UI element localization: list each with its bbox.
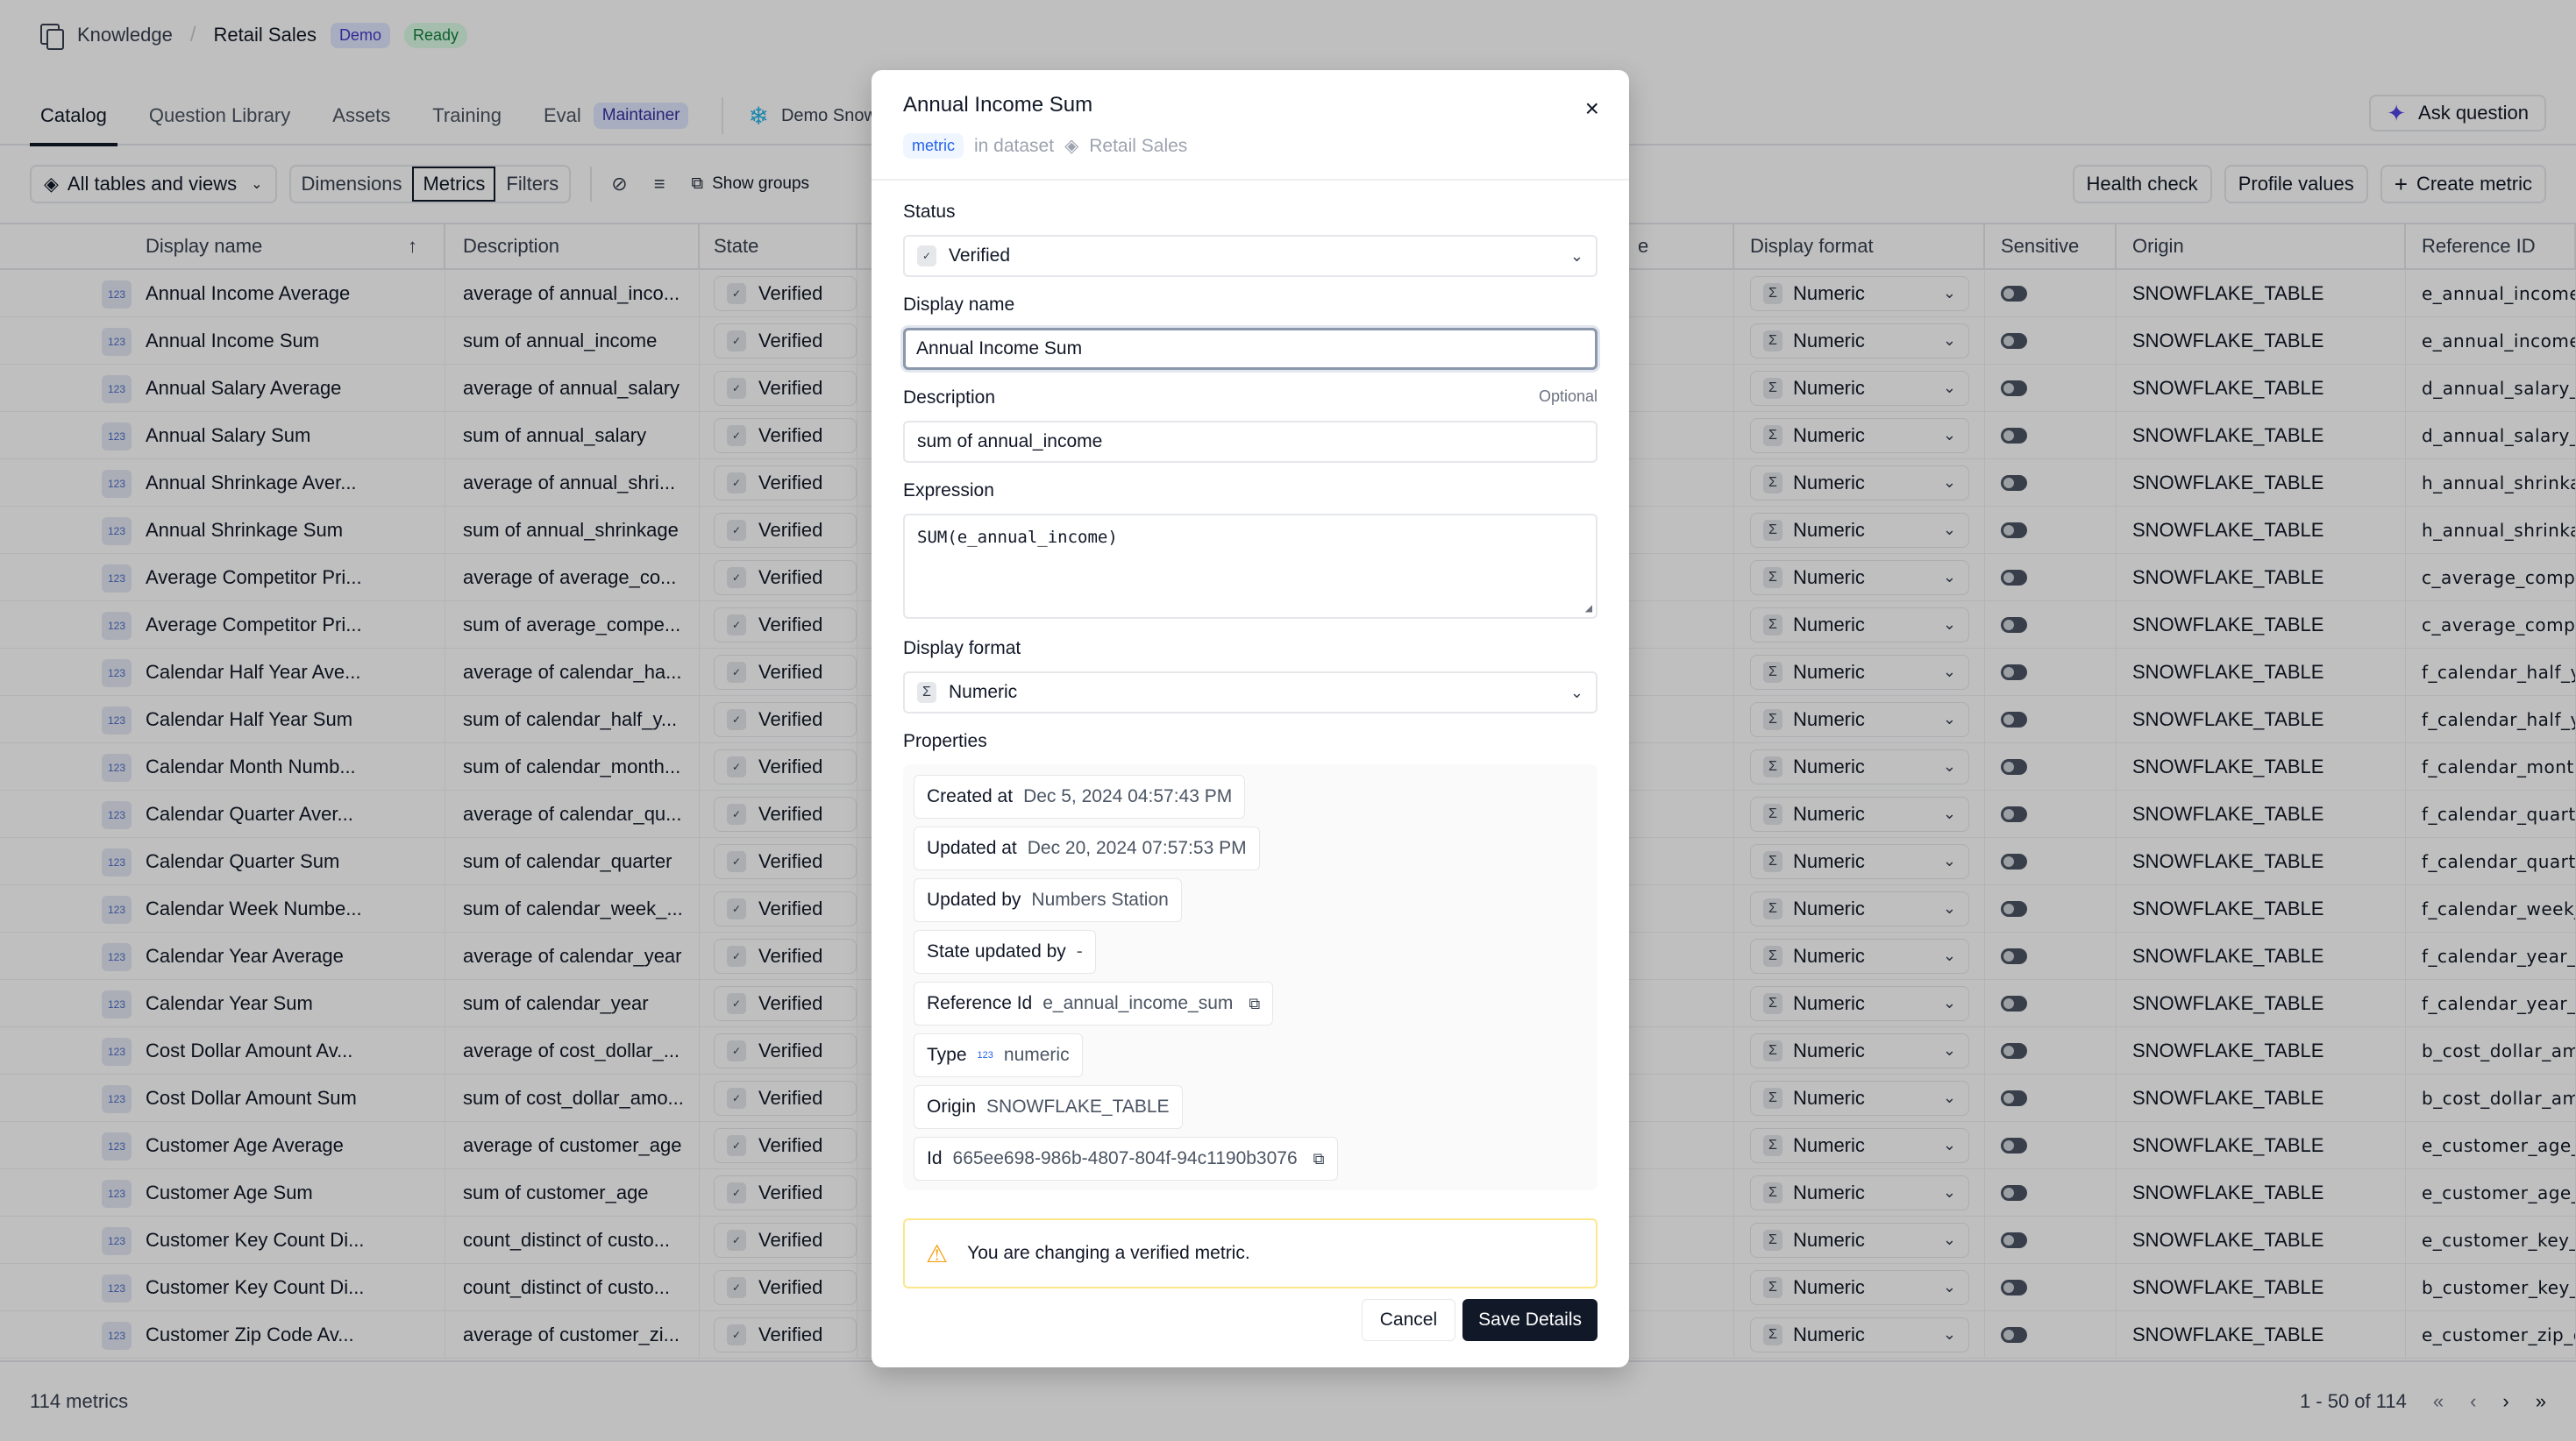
status-label: Status xyxy=(903,202,1598,223)
property-value: 665ee698-986b-4807-804f-94c1190b3076 xyxy=(952,1148,1298,1168)
warning-text: You are changing a verified metric. xyxy=(967,1243,1250,1263)
property-id: Id 665ee698-986b-4807-804f-94c1190b3076 ⧉ xyxy=(914,1137,1338,1181)
copy-icon[interactable]: ⧉ xyxy=(1313,1150,1325,1168)
optional-hint: Optional xyxy=(1538,387,1598,405)
property-created-at: Created at Dec 5, 2024 04:57:43 PM xyxy=(914,775,1246,819)
property-value: - xyxy=(1076,941,1083,962)
property-key: Type xyxy=(927,1045,967,1065)
description-input[interactable]: sum of annual_income xyxy=(903,421,1598,463)
status-select[interactable]: ✓ Verified ⌄ xyxy=(903,235,1598,277)
display-name-label: Display name xyxy=(903,295,1598,316)
expression-label: Expression xyxy=(903,480,1598,501)
properties-panel: Created at Dec 5, 2024 04:57:43 PM Update… xyxy=(903,764,1598,1190)
property-key: Updated by xyxy=(927,890,1021,910)
dialog-header: Annual Income Sum metric in dataset ◈ Re… xyxy=(872,70,1629,181)
warning-icon: ⚠ xyxy=(926,1239,949,1267)
layers-icon: ◈ xyxy=(1064,136,1079,156)
numeric-type-icon: 123 xyxy=(977,1050,993,1061)
metric-kind-badge: metric xyxy=(903,133,964,159)
check-icon: ✓ xyxy=(917,245,936,266)
close-icon[interactable]: × xyxy=(1585,95,1599,123)
edit-metric-dialog: Annual Income Sum metric in dataset ◈ Re… xyxy=(872,70,1629,1367)
dialog-actions: Cancel Save Details xyxy=(903,1299,1598,1341)
property-key: Origin xyxy=(927,1097,977,1117)
resize-handle-icon[interactable]: ◢ xyxy=(1585,601,1592,615)
display-format-label: Display format xyxy=(903,638,1598,659)
property-key: State updated by xyxy=(927,941,1066,962)
cancel-button[interactable]: Cancel xyxy=(1361,1299,1456,1341)
property-reference-id: Reference Id e_annual_income_sum ⧉ xyxy=(914,982,1274,1026)
description-label: Description Optional xyxy=(903,387,1598,408)
property-value: Dec 20, 2024 07:57:53 PM xyxy=(1027,838,1247,858)
verified-warning: ⚠ You are changing a verified metric. xyxy=(903,1218,1598,1288)
display-name-value: Annual Income Sum xyxy=(916,338,1083,358)
dialog-subtitle: metric in dataset ◈ Retail Sales xyxy=(903,133,1598,159)
property-type: Type 123 numeric xyxy=(914,1033,1083,1077)
property-updated-at: Updated at Dec 20, 2024 07:57:53 PM xyxy=(914,827,1260,870)
label-text: Status xyxy=(903,202,956,222)
expression-value: SUM(e_annual_income) xyxy=(917,528,1118,547)
property-value: numeric xyxy=(1003,1045,1070,1065)
display-format-select[interactable]: Σ Numeric ⌄ xyxy=(903,671,1598,713)
expression-textarea[interactable]: SUM(e_annual_income) ◢ xyxy=(903,514,1598,619)
label-text: Display format xyxy=(903,638,1021,658)
copy-icon[interactable]: ⧉ xyxy=(1249,995,1260,1013)
dialog-title: Annual Income Sum xyxy=(903,93,1093,117)
sigma-icon: Σ xyxy=(917,682,936,703)
status-value: Verified xyxy=(949,245,1011,266)
property-value: SNOWFLAKE_TABLE xyxy=(986,1097,1170,1117)
property-key: Created at xyxy=(927,786,1014,806)
description-value: sum of annual_income xyxy=(917,431,1103,451)
chevron-down-icon: ⌄ xyxy=(1569,683,1583,701)
property-key: Id xyxy=(927,1148,943,1168)
property-updated-by: Updated by Numbers Station xyxy=(914,878,1182,922)
property-state-updated-by: State updated by - xyxy=(914,930,1096,974)
chevron-down-icon: ⌄ xyxy=(1569,246,1583,265)
dataset-name: Retail Sales xyxy=(1089,135,1188,156)
properties-label: Properties xyxy=(903,731,1598,752)
in-dataset-label: in dataset xyxy=(974,135,1055,156)
property-origin: Origin SNOWFLAKE_TABLE xyxy=(914,1085,1183,1129)
label-text: Expression xyxy=(903,480,994,500)
property-value: Dec 5, 2024 04:57:43 PM xyxy=(1023,786,1233,806)
label-text: Properties xyxy=(903,731,987,751)
property-key: Reference Id xyxy=(927,993,1033,1013)
save-details-button[interactable]: Save Details xyxy=(1462,1299,1598,1341)
label-text: Description xyxy=(903,387,996,408)
property-value: Numbers Station xyxy=(1031,890,1169,910)
display-format-value: Numeric xyxy=(949,682,1018,702)
display-name-input[interactable]: Annual Income Sum xyxy=(903,328,1598,370)
dialog-body: Status ✓ Verified ⌄ Display name Annual … xyxy=(872,202,1629,1341)
property-key: Updated at xyxy=(927,838,1017,858)
label-text: Display name xyxy=(903,295,1015,315)
property-value: e_annual_income_sum xyxy=(1042,993,1234,1013)
